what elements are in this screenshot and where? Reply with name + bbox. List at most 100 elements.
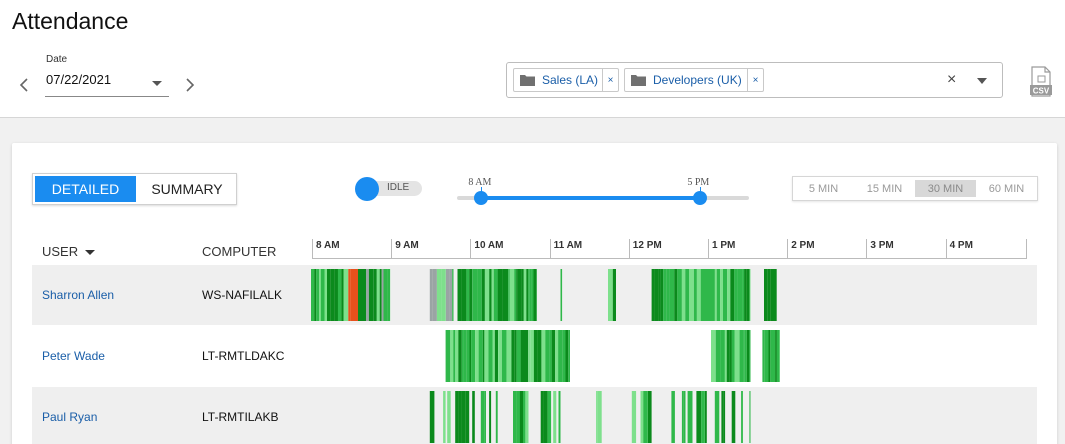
caret-down-icon[interactable] <box>977 78 987 84</box>
activity-segment <box>523 269 527 321</box>
activity-segment <box>519 391 523 443</box>
activity-segment <box>773 330 775 382</box>
activity-segment <box>471 330 476 382</box>
activity-segment <box>488 330 490 382</box>
activity-segment <box>663 269 667 321</box>
folder-icon <box>631 75 646 86</box>
activity-segment <box>525 330 529 382</box>
activity-segment <box>711 330 716 382</box>
activity-segment <box>498 330 502 382</box>
activity-segment <box>685 269 690 321</box>
activity-segment <box>720 269 723 321</box>
activity-segment <box>484 269 490 321</box>
activity-segment <box>764 330 769 382</box>
activity-segment <box>429 391 435 443</box>
time-axis-line <box>312 258 1027 259</box>
activity-segment <box>493 269 498 321</box>
interval-30-min[interactable]: 30 MIN <box>915 180 976 197</box>
activity-segment <box>533 269 537 321</box>
activity-segment <box>477 269 482 321</box>
activity-segment <box>526 269 529 321</box>
chip-remove-button[interactable]: × <box>602 69 618 91</box>
activity-segment <box>744 330 747 382</box>
activity-segment <box>525 391 529 443</box>
activity-segment <box>768 330 771 382</box>
activity-segment <box>660 269 664 321</box>
activity-segment <box>379 269 382 321</box>
activity-segment <box>551 330 556 382</box>
idle-toggle-knob[interactable] <box>355 177 379 201</box>
activity-segment <box>530 330 534 382</box>
activity-segment <box>734 330 740 382</box>
activity-segment <box>453 330 456 382</box>
activity-segment <box>724 330 727 382</box>
user-link[interactable]: Paul Ryan <box>42 410 97 424</box>
range-start-thumb[interactable] <box>474 191 489 205</box>
activity-segment <box>674 269 678 321</box>
activity-segment <box>742 269 745 321</box>
range-end-thumb[interactable] <box>693 191 708 205</box>
activity-segment <box>452 269 454 321</box>
interval-5-min[interactable]: 5 MIN <box>793 177 854 200</box>
interval-15-min[interactable]: 15 MIN <box>854 177 915 200</box>
group-filter-select[interactable]: Sales (LA) × Developers (UK) × × <box>506 62 1003 98</box>
activity-segment <box>495 391 498 443</box>
activity-segment <box>612 269 616 321</box>
activity-segment <box>358 269 361 321</box>
activity-segment <box>597 391 602 443</box>
activity-segment <box>523 391 526 443</box>
user-link[interactable]: Sharron Allen <box>42 288 114 302</box>
axis-tick <box>945 239 947 259</box>
activity-segment <box>705 391 707 443</box>
csv-file-icon[interactable]: CSV <box>1029 66 1053 98</box>
activity-segment <box>360 269 364 321</box>
activity-segment <box>450 330 454 382</box>
axis-tick <box>787 239 789 259</box>
activity-segment <box>441 269 446 321</box>
activity-segment <box>481 269 485 321</box>
activity-segment <box>687 391 693 443</box>
axis-hour-label: 9 AM <box>395 240 419 251</box>
activity-segment <box>511 330 515 382</box>
user-link[interactable]: Peter Wade <box>42 349 105 363</box>
activity-segment <box>472 391 475 443</box>
idle-toggle-label: IDLE <box>387 182 410 193</box>
date-label: Date <box>46 54 68 65</box>
activity-segment <box>489 391 492 443</box>
chevron-right-icon[interactable] <box>182 76 198 94</box>
time-range-fill <box>481 196 701 200</box>
activity-segment <box>350 269 355 321</box>
table-row: Paul Ryan LT-RMTILAKB <box>32 387 1037 444</box>
summary-view-button[interactable]: SUMMARY <box>138 174 236 204</box>
activity-segment <box>461 330 464 382</box>
activity-segment <box>531 269 534 321</box>
activity-segment <box>314 269 317 321</box>
axis-tick <box>470 239 472 259</box>
chip-remove-button[interactable]: × <box>747 69 763 91</box>
activity-segment <box>545 330 549 382</box>
activity-segment <box>749 391 751 443</box>
interval-60-min[interactable]: 60 MIN <box>976 177 1037 200</box>
header: Attendance Date 07/22/2021 Sales (LA) × … <box>0 0 1065 118</box>
activity-segment <box>469 269 473 321</box>
activity-segment <box>432 269 437 321</box>
clear-filters-button[interactable]: × <box>947 71 956 89</box>
axis-tick <box>391 239 393 259</box>
date-input[interactable]: 07/22/2021 <box>46 72 111 87</box>
activity-segment <box>316 269 320 321</box>
detailed-view-button[interactable]: DETAILED <box>35 176 136 202</box>
activity-segment <box>727 269 731 321</box>
activity-segment <box>700 269 706 321</box>
activity-segment <box>608 269 613 321</box>
activity-segment <box>355 269 358 321</box>
activity-segment <box>744 269 747 321</box>
activity-segment <box>461 269 467 321</box>
caret-down-icon[interactable] <box>152 81 162 86</box>
activity-timeline <box>311 391 1027 443</box>
activity-segment <box>514 330 517 382</box>
activity-segment <box>555 330 559 382</box>
chevron-left-icon[interactable] <box>17 76 33 94</box>
activity-segment <box>705 269 711 321</box>
activity-segment <box>461 391 466 443</box>
user-column-header[interactable]: USER <box>42 244 96 259</box>
